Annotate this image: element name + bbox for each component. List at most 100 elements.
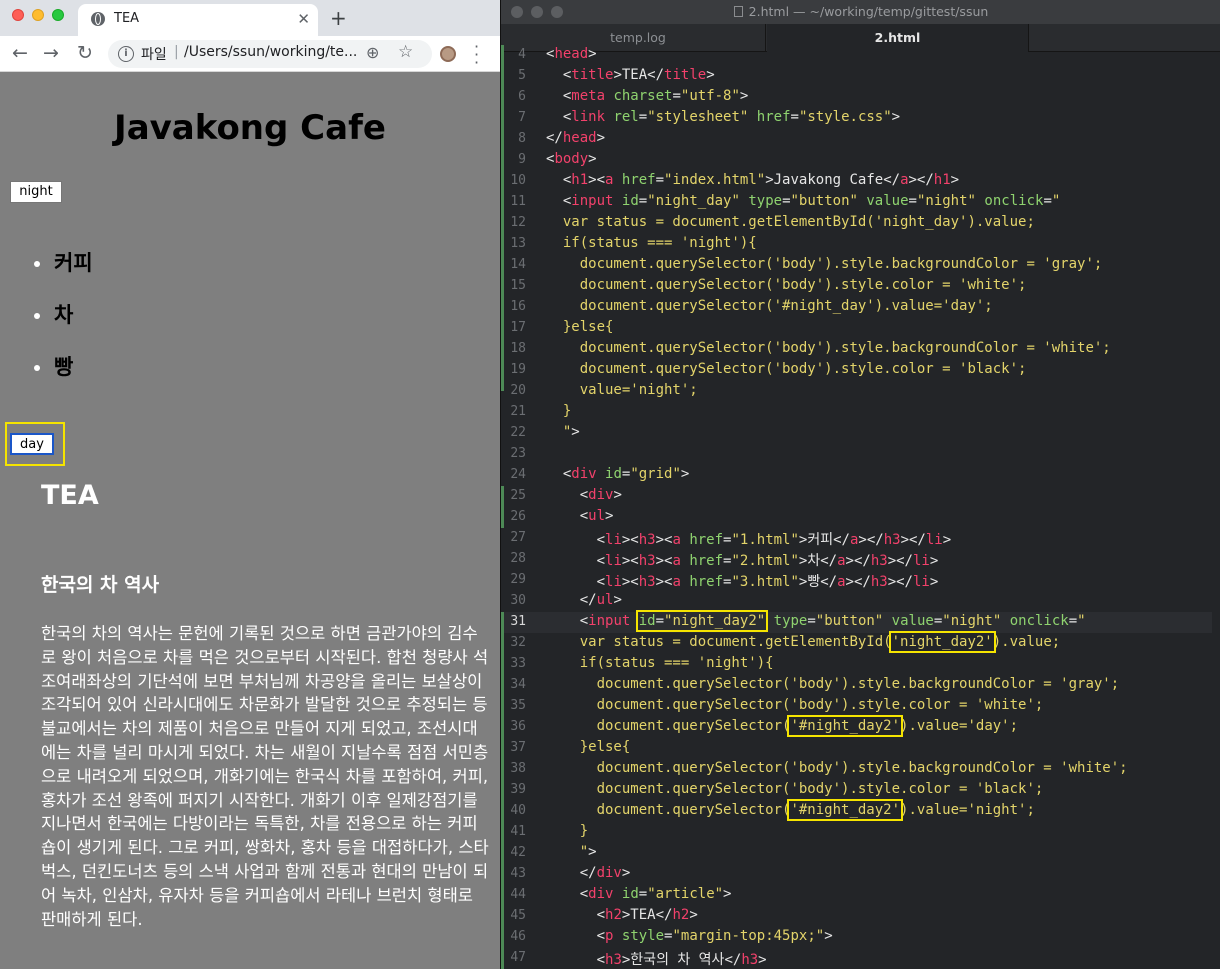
- code-line[interactable]: 38 document.querySelector('body').style.…: [501, 759, 1220, 780]
- code-line[interactable]: 42 ">: [501, 843, 1220, 864]
- code-line[interactable]: 11 <input id="night_day" type="button" v…: [501, 192, 1220, 213]
- code-text[interactable]: value='night';: [546, 382, 698, 398]
- extension-icon[interactable]: [440, 46, 456, 62]
- code-text[interactable]: document.querySelector('body').style.bac…: [546, 760, 1128, 776]
- code-line[interactable]: 26 <ul>: [501, 507, 1220, 528]
- code-text[interactable]: if(status === 'night'){: [546, 655, 774, 671]
- code-text[interactable]: document.querySelector('body').style.bac…: [546, 676, 1120, 692]
- minimize-window-button[interactable]: [32, 9, 44, 21]
- back-arrow-icon[interactable]: ←: [12, 42, 28, 64]
- code-line[interactable]: 20 value='night';: [501, 381, 1220, 402]
- code-line[interactable]: 14 document.querySelector('body').style.…: [501, 255, 1220, 276]
- close-window-button[interactable]: [12, 9, 24, 21]
- code-line[interactable]: 28 <li><h3><a href="2.html">차</a></h3></…: [501, 549, 1220, 570]
- code-text[interactable]: document.querySelector('#night_day2').va…: [546, 799, 1035, 821]
- menu-item-bread[interactable]: 빵: [34, 351, 93, 403]
- code-text[interactable]: document.querySelector('body').style.bac…: [546, 256, 1103, 272]
- code-line[interactable]: 27 <li><h3><a href="1.html">커피</a></h3><…: [501, 528, 1220, 549]
- code-text[interactable]: document.querySelector('body').style.col…: [546, 361, 1027, 377]
- code-line[interactable]: 10 <h1><a href="index.html">Javakong Caf…: [501, 171, 1220, 192]
- code-text[interactable]: <h1><a href="index.html">Javakong Cafe</…: [546, 172, 959, 188]
- code-line[interactable]: 7 <link rel="stylesheet" href="style.css…: [501, 108, 1220, 129]
- code-line[interactable]: 16 document.querySelector('#night_day').…: [501, 297, 1220, 318]
- code-text[interactable]: <body>: [546, 151, 597, 167]
- code-text[interactable]: <input id="night_day2" type="button" val…: [546, 610, 1086, 632]
- code-text[interactable]: <ul>: [546, 508, 614, 524]
- code-line[interactable]: 33 if(status === 'night'){: [501, 654, 1220, 675]
- code-line[interactable]: 15 document.querySelector('body').style.…: [501, 276, 1220, 297]
- code-line[interactable]: 45 <h2>TEA</h2>: [501, 906, 1220, 927]
- code-text[interactable]: if(status === 'night'){: [546, 235, 757, 251]
- code-line[interactable]: 35 document.querySelector('body').style.…: [501, 696, 1220, 717]
- code-line[interactable]: 18 document.querySelector('body').style.…: [501, 339, 1220, 360]
- bookmark-star-icon[interactable]: ☆: [398, 42, 413, 62]
- code-text[interactable]: <li><h3><a href="1.html">커피</a></h3></li…: [546, 529, 952, 549]
- code-text[interactable]: <head>: [546, 46, 597, 62]
- code-text[interactable]: document.querySelector('body').style.col…: [546, 697, 1044, 713]
- code-line[interactable]: 36 document.querySelector('#night_day2')…: [501, 715, 1220, 738]
- code-text[interactable]: ">: [546, 844, 597, 860]
- code-line[interactable]: 31 <input id="night_day2" type="button" …: [501, 610, 1220, 633]
- code-line[interactable]: 8 </head>: [501, 129, 1220, 150]
- code-line[interactable]: 40 document.querySelector('#night_day2')…: [501, 799, 1220, 822]
- code-text[interactable]: ">: [546, 424, 580, 440]
- code-text[interactable]: document.querySelector('#night_day2').va…: [546, 715, 1018, 737]
- code-text[interactable]: <link rel="stylesheet" href="style.css">: [546, 109, 900, 125]
- code-line[interactable]: 12 var status = document.getElementById(…: [501, 213, 1220, 234]
- night-button[interactable]: night: [10, 181, 62, 203]
- address-url[interactable]: /Users/ssun/working/te...: [184, 44, 359, 60]
- code-text[interactable]: }else{: [546, 319, 614, 335]
- code-line[interactable]: 17 }else{: [501, 318, 1220, 339]
- code-line[interactable]: 25 <div>: [501, 486, 1220, 507]
- tab-close-icon[interactable]: ✕: [297, 10, 310, 28]
- code-line[interactable]: 43 </div>: [501, 864, 1220, 885]
- code-text[interactable]: }else{: [546, 739, 631, 755]
- code-text[interactable]: document.querySelector('#night_day').val…: [546, 298, 993, 314]
- editor-scrollbar[interactable]: [1212, 52, 1220, 969]
- code-text[interactable]: var status = document.getElementById('ni…: [546, 631, 1060, 653]
- code-line[interactable]: 9 <body>: [501, 150, 1220, 171]
- code-line[interactable]: 37 }else{: [501, 738, 1220, 759]
- day-button[interactable]: day: [10, 433, 54, 455]
- code-text[interactable]: <h2>TEA</h2>: [546, 907, 698, 923]
- code-text[interactable]: </div>: [546, 865, 631, 881]
- code-line[interactable]: 46 <p style="margin-top:45px;">: [501, 927, 1220, 948]
- code-line[interactable]: 29 <li><h3><a href="3.html">빵</a></h3></…: [501, 570, 1220, 591]
- zoom-icon[interactable]: ⊕: [366, 43, 379, 62]
- code-line[interactable]: 4 <head>: [501, 45, 1220, 66]
- zoom-window-button[interactable]: [52, 9, 64, 21]
- code-line[interactable]: 39 document.querySelector('body').style.…: [501, 780, 1220, 801]
- code-text[interactable]: <p style="margin-top:45px;">: [546, 928, 833, 944]
- menu-item-coffee[interactable]: 커피: [34, 247, 93, 299]
- code-line[interactable]: 13 if(status === 'night'){: [501, 234, 1220, 255]
- code-text[interactable]: <h3>한국의 차 역사</h3>: [546, 949, 767, 969]
- code-text[interactable]: <meta charset="utf-8">: [546, 88, 749, 104]
- info-icon[interactable]: i: [118, 46, 134, 62]
- code-line[interactable]: 41 }: [501, 822, 1220, 843]
- code-text[interactable]: <title>TEA</title>: [546, 67, 715, 83]
- code-line[interactable]: 19 document.querySelector('body').style.…: [501, 360, 1220, 381]
- code-line[interactable]: 24 <div id="grid">: [501, 465, 1220, 486]
- code-text[interactable]: var status = document.getElementById('ni…: [546, 214, 1035, 230]
- code-text[interactable]: <div id="grid">: [546, 466, 689, 482]
- browser-tab[interactable]: TEA ✕: [78, 4, 318, 36]
- forward-arrow-icon[interactable]: →: [43, 42, 59, 64]
- code-text[interactable]: document.querySelector('body').style.col…: [546, 277, 1027, 293]
- code-line[interactable]: 23: [501, 444, 1220, 465]
- code-line[interactable]: 5 <title>TEA</title>: [501, 66, 1220, 87]
- code-line[interactable]: 30 </ul>: [501, 591, 1220, 612]
- code-line[interactable]: 47 <h3>한국의 차 역사</h3>: [501, 948, 1220, 969]
- code-line[interactable]: 21 }: [501, 402, 1220, 423]
- code-line[interactable]: 22 ">: [501, 423, 1220, 444]
- code-text[interactable]: </head>: [546, 130, 605, 146]
- address-bar[interactable]: i 파일 | /Users/ssun/working/te... ⊕ ☆: [108, 40, 432, 68]
- code-text[interactable]: <li><h3><a href="2.html">차</a></h3></li>: [546, 550, 939, 570]
- code-text[interactable]: }: [546, 823, 588, 839]
- code-text[interactable]: document.querySelector('body').style.bac…: [546, 340, 1111, 356]
- code-text[interactable]: document.querySelector('body').style.col…: [546, 781, 1044, 797]
- code-text[interactable]: <div>: [546, 487, 622, 503]
- site-title-link[interactable]: Javakong Cafe: [0, 108, 500, 148]
- new-tab-button[interactable]: +: [330, 6, 347, 30]
- code-line[interactable]: 32 var status = document.getElementById(…: [501, 631, 1220, 654]
- code-text[interactable]: </ul>: [546, 592, 622, 608]
